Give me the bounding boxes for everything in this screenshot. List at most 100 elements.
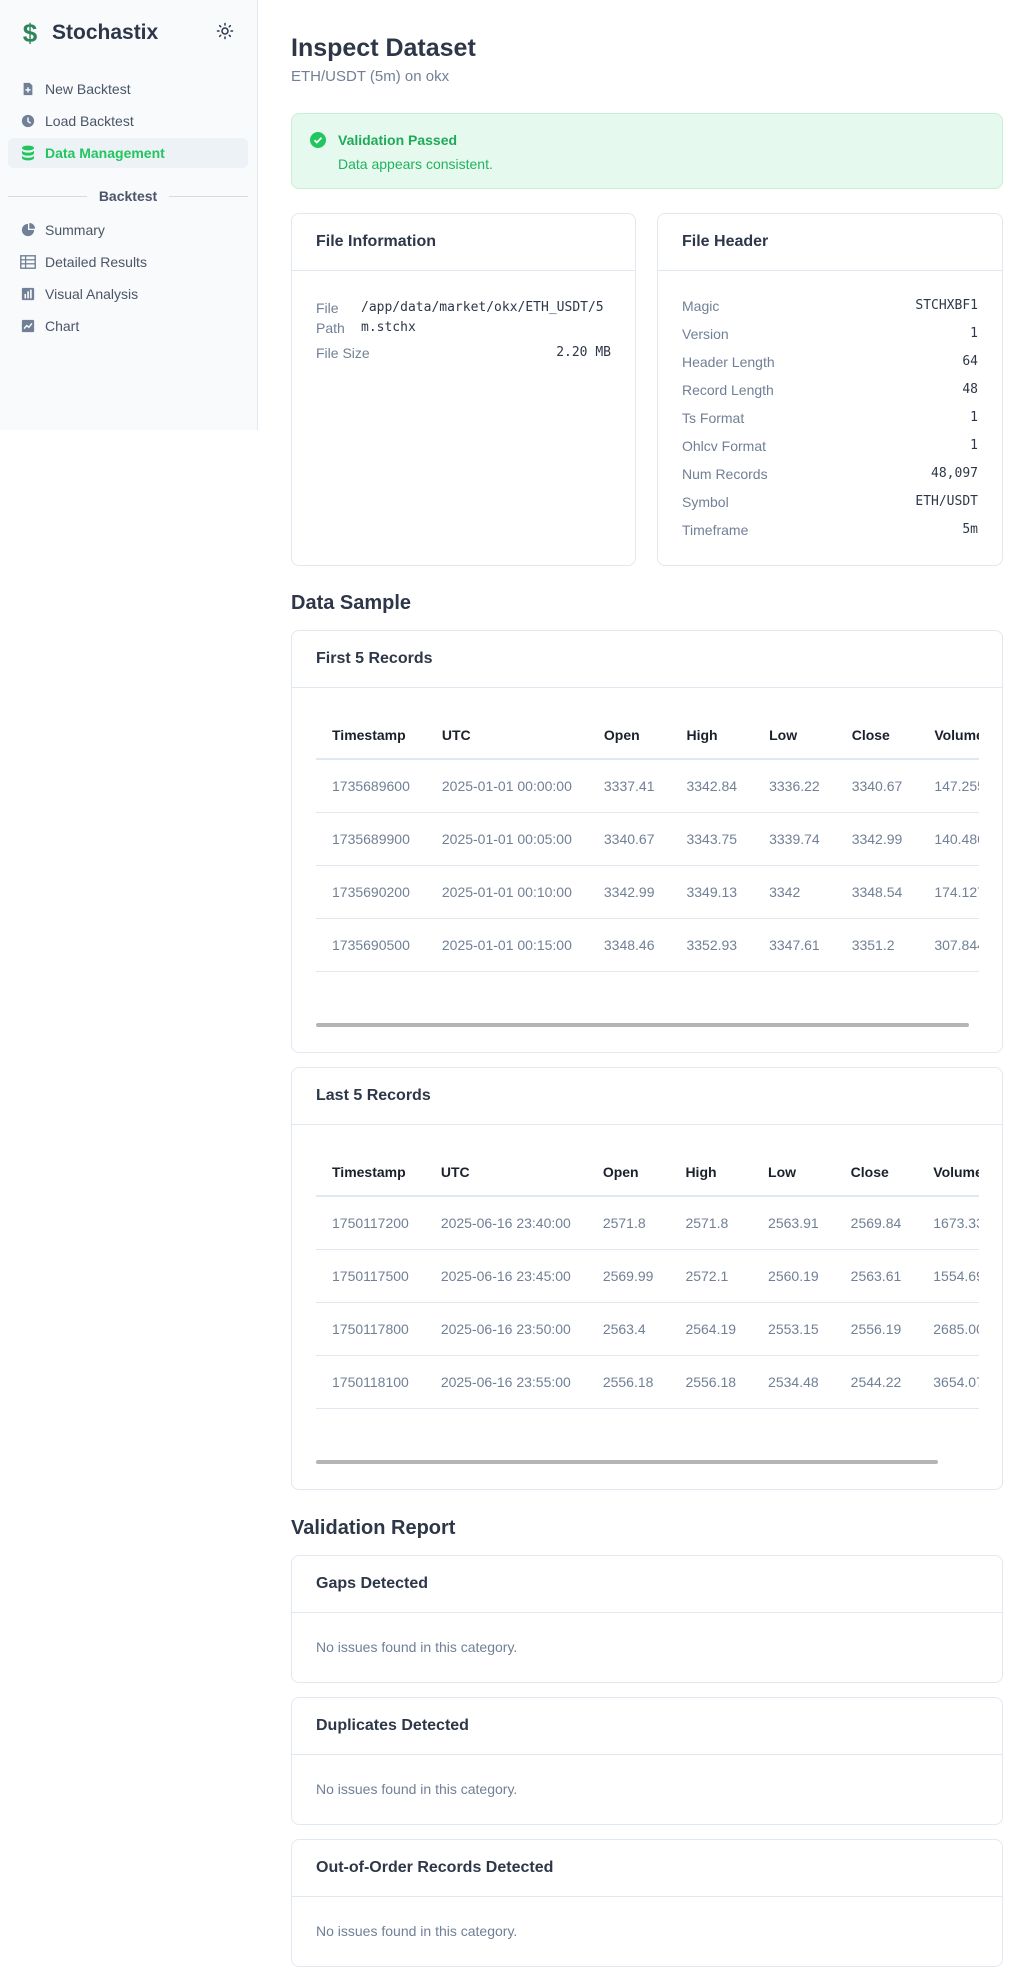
- table-cell: 2025-06-16 23:50:00: [424, 1302, 587, 1356]
- table-cell: 2571.8: [586, 1196, 670, 1250]
- nav-new-backtest[interactable]: New Backtest: [8, 74, 248, 104]
- header-value: 48,097: [931, 466, 978, 481]
- table-cell: 2685.001: [917, 1302, 979, 1356]
- gaps-card: Gaps Detected No issues found in this ca…: [291, 1555, 1003, 1683]
- table-row: 1750117800 2025-06-16 23:50:00 2563.4 2564.…: [316, 1302, 979, 1356]
- header-row: Ohlcv Format 1: [682, 438, 978, 454]
- table-cell: 2564.19: [669, 1302, 753, 1356]
- table-cell: 3348.46: [587, 918, 671, 972]
- clock-icon: [20, 113, 36, 129]
- file-size-value: 2.20 MB: [556, 345, 611, 360]
- table-cell: 2563.4: [586, 1302, 670, 1356]
- table-cell: 1735689900: [316, 812, 426, 866]
- nav-load-backtest[interactable]: Load Backtest: [8, 106, 248, 136]
- table-cell: 3342.84: [670, 759, 754, 813]
- table-row: 1735689600 2025-01-01 00:00:00 3337.41 3342…: [316, 759, 979, 813]
- column-header: Close: [834, 1148, 918, 1197]
- nav-chart[interactable]: Chart: [8, 311, 248, 341]
- nav-label: Data Management: [45, 145, 165, 161]
- column-header: Low: [753, 711, 836, 760]
- table-cell: 3351.22: [587, 971, 671, 972]
- table-header-row: Timestamp UTC Open High Low Close Volume: [316, 711, 979, 760]
- nav-section-header: Backtest: [8, 184, 248, 208]
- table-cell: 3347.48: [753, 971, 836, 972]
- table-row: 1750117200 2025-06-16 23:40:00 2571.8 2571.…: [316, 1196, 979, 1250]
- file-path-value: /app/data/market/okx/ETH_USDT/5 m.stchx: [361, 298, 604, 338]
- card-title: File Information: [292, 214, 635, 271]
- card-title: File Header: [658, 214, 1002, 271]
- table-cell: 2025-06-16 23:40:00: [424, 1196, 587, 1250]
- table-cell: 3349.13: [670, 865, 754, 919]
- header-row: Symbol ETH/USDT: [682, 494, 978, 510]
- first-records-table: Timestamp UTC Open High Low Close Volume…: [316, 711, 979, 972]
- column-header: Timestamp: [316, 1148, 425, 1197]
- header-key: Record Length: [682, 382, 774, 398]
- main-nav: New Backtest Load Backtest Data Manageme…: [8, 74, 248, 170]
- column-header: High: [670, 711, 754, 760]
- table-cell: 1750117200: [316, 1196, 425, 1250]
- value-line: /app/data/market/okx/ETH_USDT/5: [361, 300, 604, 315]
- table-cell: 1735690200: [316, 865, 426, 919]
- nav-label: Chart: [45, 318, 80, 334]
- table-cell: 1554.690: [917, 1249, 979, 1303]
- table-cell: 1750118400: [316, 1408, 425, 1409]
- theme-toggle-button[interactable]: [214, 20, 236, 42]
- column-header: Volume: [918, 711, 979, 760]
- table-cell: 2556.18: [669, 1355, 753, 1409]
- table-cell: 2025-06-16 23:45:00: [424, 1249, 587, 1303]
- table-cell: 2025-01-01 00:20:00: [425, 971, 588, 972]
- table-cell: 2544.22: [834, 1355, 918, 1409]
- nav-data-management[interactable]: Data Management: [8, 138, 248, 168]
- table-cell: 1750117800: [316, 1302, 425, 1356]
- nav-section-label: Backtest: [98, 188, 158, 204]
- table-row: 1735690500 2025-01-01 00:15:00 3348.46 3352…: [316, 918, 979, 972]
- bar-chart-icon: [20, 286, 36, 302]
- alert-text: Data appears consistent.: [338, 156, 493, 172]
- check-circle-icon: [310, 132, 326, 148]
- last-records-table-wrap[interactable]: Timestamp UTC Open High Low Close Volume…: [316, 1148, 979, 1409]
- table-cell: 2569.84: [834, 1196, 918, 1250]
- nav-visual-analysis[interactable]: Visual Analysis: [8, 279, 248, 309]
- column-header: Open: [586, 1148, 670, 1197]
- brand-name: Stochastix: [52, 21, 159, 44]
- table-cell: 2529.14: [752, 1408, 835, 1409]
- header-row: Num Records 48,097: [682, 466, 978, 482]
- table-cell: 1673.335: [917, 1196, 979, 1250]
- table-cell: 2572.1: [669, 1249, 753, 1303]
- card-title: Last 5 Records: [292, 1068, 1002, 1125]
- table-cell: 2544.49: [586, 1408, 670, 1409]
- nav-summary[interactable]: Summary: [8, 215, 248, 245]
- file-size-row: File Size 2.20 MB: [316, 345, 611, 361]
- horizontal-scrollbar[interactable]: [316, 1460, 938, 1464]
- table-cell: 3337.41: [587, 759, 671, 813]
- header-key: Ts Format: [682, 410, 745, 426]
- table-cell: 147.2555: [918, 759, 979, 813]
- table-cell: 1750118100: [316, 1355, 425, 1409]
- page-title: Inspect Dataset: [291, 34, 476, 62]
- header-row: Header Length 64: [682, 354, 978, 370]
- header-value: ETH/USDT: [915, 494, 978, 509]
- first-records-table-wrap[interactable]: Timestamp UTC Open High Low Close Volume…: [316, 711, 979, 972]
- brand[interactable]: $ Stochastix: [20, 18, 158, 48]
- column-header: Close: [835, 711, 919, 760]
- nav-detailed-results[interactable]: Detailed Results: [8, 247, 248, 277]
- nav-label: Detailed Results: [45, 254, 147, 270]
- horizontal-scrollbar[interactable]: [316, 1023, 969, 1027]
- data-sample-title: Data Sample: [291, 592, 412, 614]
- nav-label: Summary: [45, 222, 105, 238]
- table-cell: 307.8448: [918, 918, 979, 972]
- table-cell: 1750117500: [316, 1249, 425, 1303]
- table-cell: 3351.2: [835, 918, 919, 972]
- table-cell: 3340.67: [587, 812, 671, 866]
- header-row: Timeframe 5m: [682, 522, 978, 538]
- header-value: 64: [962, 354, 978, 369]
- table-row: 1735690200 2025-01-01 00:10:00 3342.99 3349…: [316, 865, 979, 919]
- table-cell: 2535.91: [834, 1408, 918, 1409]
- table-cell: 2556.19: [834, 1302, 918, 1356]
- table-cell: 2534.48: [752, 1355, 835, 1409]
- table-cell: 2571.8: [669, 1196, 753, 1250]
- table-cell: 3339.74: [753, 812, 836, 866]
- empty-message: No issues found in this category.: [316, 1781, 518, 1797]
- line-chart-icon: [20, 318, 36, 334]
- nav-label: Load Backtest: [45, 113, 134, 129]
